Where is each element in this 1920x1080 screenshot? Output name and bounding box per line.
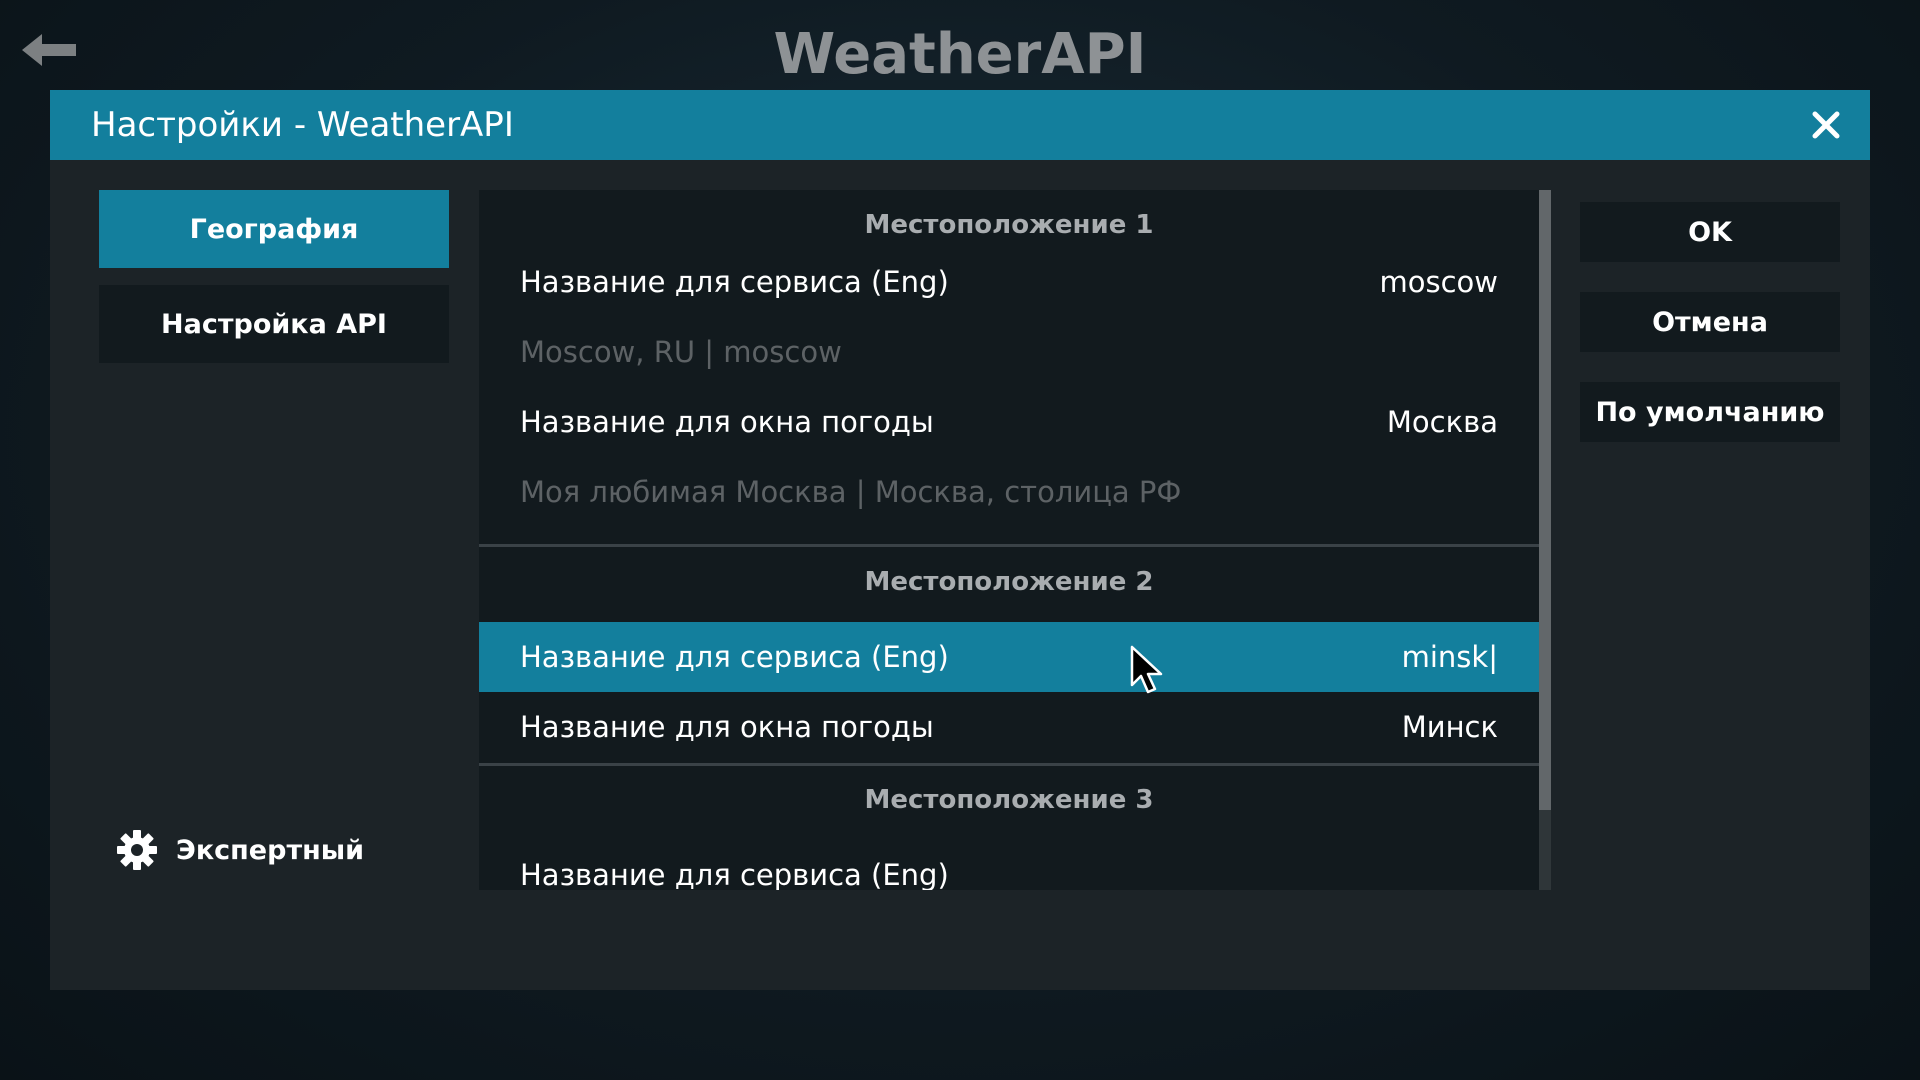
category-geography[interactable]: География	[99, 190, 449, 268]
close-icon	[1812, 111, 1840, 139]
cancel-button[interactable]: Отмена	[1580, 292, 1840, 352]
close-button[interactable]	[1802, 101, 1850, 149]
category-label: Настройка API	[161, 308, 387, 340]
app-title: WeatherAPI	[773, 22, 1147, 87]
cancel-button-label: Отмена	[1652, 306, 1768, 338]
dialog-title: Настройки - WeatherAPI	[91, 105, 514, 145]
scrollbar[interactable]	[1539, 190, 1551, 890]
category-api-settings[interactable]: Настройка API	[99, 285, 449, 363]
setting-row-service-name-3[interactable]: Название для сервиса (Eng)	[479, 840, 1539, 890]
defaults-button-label: По умолчанию	[1595, 396, 1825, 428]
gear-icon	[117, 830, 157, 870]
setting-label: Название для окна погоды	[520, 710, 934, 744]
setting-value: Москва	[1386, 405, 1498, 439]
setting-row-service-name-1[interactable]: Название для сервиса (Eng) moscow	[479, 247, 1539, 317]
setting-hint: Моя любимая Москва | Москва, столица РФ	[520, 475, 1182, 509]
setting-label: Название для окна погоды	[520, 405, 934, 439]
setting-label: Название для сервиса (Eng)	[520, 640, 949, 674]
mouse-pointer-icon	[1130, 645, 1163, 694]
setting-hint: Moscow, RU | moscow	[520, 335, 842, 369]
category-label: География	[189, 213, 359, 245]
setting-label: Название для сервиса (Eng)	[520, 858, 949, 890]
scrollbar-thumb[interactable]	[1539, 190, 1551, 810]
setting-row-weather-name-1[interactable]: Название для окна погоды Москва	[479, 387, 1539, 457]
settings-level-label: Экспертный	[176, 834, 365, 866]
setting-value: minsk|	[1401, 640, 1498, 674]
setting-value: Минск	[1401, 710, 1498, 744]
section-header: Местоположение 2	[864, 567, 1154, 597]
dialog-header: Настройки - WeatherAPI	[50, 90, 1870, 160]
setting-label: Название для сервиса (Eng)	[520, 265, 949, 299]
settings-level-toggle[interactable]: Экспертный	[116, 825, 364, 875]
settings-list: Местоположение 1 Название для сервиса (E…	[479, 190, 1539, 890]
setting-value: moscow	[1379, 265, 1498, 299]
setting-row-service-name-2[interactable]: Название для сервиса (Eng) minsk|	[479, 622, 1539, 692]
settings-dialog: Настройки - WeatherAPI География Настрой…	[50, 90, 1870, 990]
defaults-button[interactable]: По умолчанию	[1580, 382, 1840, 442]
ok-button-label: OK	[1688, 216, 1732, 248]
section-header: Местоположение 3	[864, 785, 1154, 815]
ok-button[interactable]: OK	[1580, 202, 1840, 262]
setting-row-weather-name-2[interactable]: Название для окна погоды Минск	[479, 692, 1539, 762]
